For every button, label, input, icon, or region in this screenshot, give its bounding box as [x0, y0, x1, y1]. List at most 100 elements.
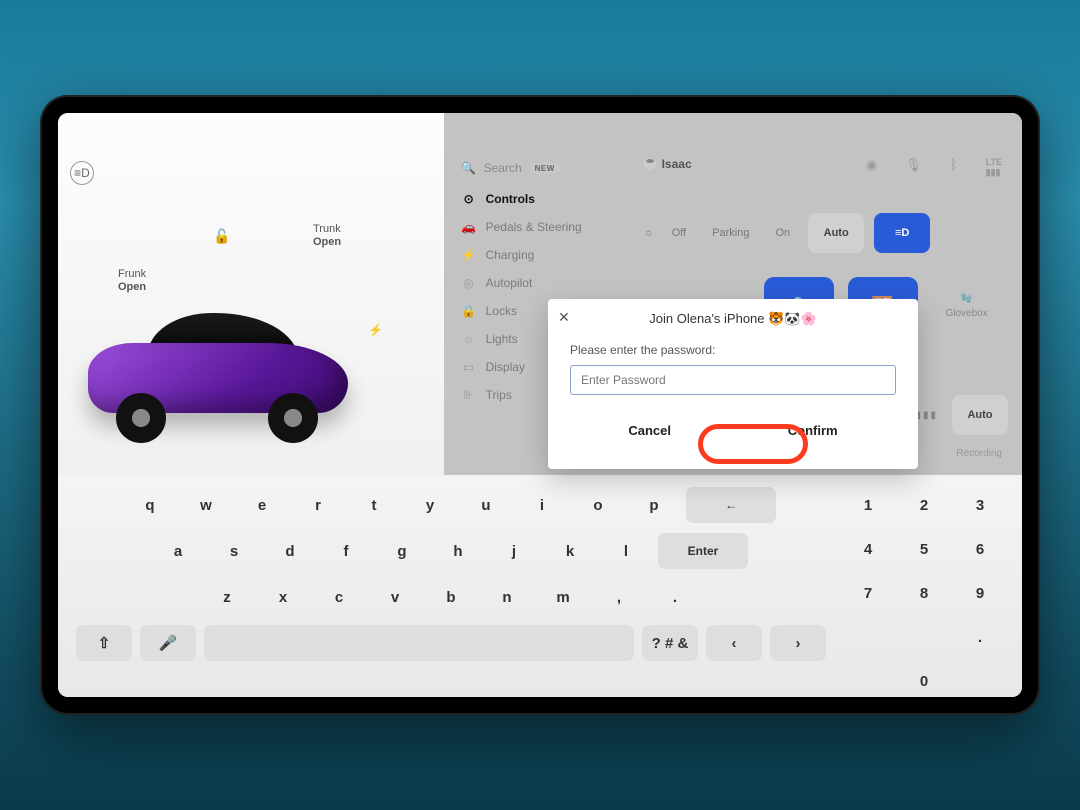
car-render	[88, 303, 368, 443]
key-x[interactable]: x	[259, 579, 307, 615]
confirm-button[interactable]: Confirm	[764, 415, 862, 446]
password-input[interactable]	[570, 365, 896, 395]
key-n[interactable]: n	[483, 579, 531, 615]
dashcam-recording-label[interactable]: Recording	[956, 448, 1002, 459]
space-key[interactable]	[204, 625, 634, 661]
numkey-8[interactable]: 8	[900, 575, 948, 611]
lights-off[interactable]: Off	[664, 223, 694, 243]
car-visualization-pane: ≡D 🔓 Frunk Open Trunk Open ⚡	[58, 113, 444, 475]
key-j[interactable]: j	[490, 533, 538, 569]
cancel-button[interactable]: Cancel	[604, 415, 695, 446]
key-o[interactable]: o	[574, 487, 622, 523]
glovebox-button[interactable]: 🧤 Glovebox	[932, 277, 1002, 335]
key-.[interactable]: .	[651, 579, 699, 615]
numkey-0[interactable]: 0	[900, 663, 948, 697]
menu-icon: ⊪	[462, 388, 476, 402]
key-a[interactable]: a	[154, 533, 202, 569]
search-label: Search	[484, 161, 522, 175]
onscreen-keyboard: qwertyuiop← asdfghjklEnter zxcvbnm,. ⇧🎤?…	[58, 475, 1022, 697]
menu-item-controls[interactable]: ⊙ Controls	[458, 185, 614, 213]
key-p[interactable]: p	[630, 487, 678, 523]
shift-key[interactable]: ⇧	[76, 625, 132, 661]
unlock-icon[interactable]: 🔓	[213, 228, 230, 245]
backspace-key[interactable]: ←	[686, 487, 776, 523]
sentry-icon[interactable]: ◉	[866, 157, 877, 178]
menu-icon: ▭	[462, 360, 476, 374]
key-f[interactable]: f	[322, 533, 370, 569]
numkey-5[interactable]: 5	[900, 531, 948, 567]
menu-icon: ⚡	[462, 248, 476, 262]
key-s[interactable]: s	[210, 533, 258, 569]
key-g[interactable]: g	[378, 533, 426, 569]
numkey-6[interactable]: 6	[956, 531, 1004, 567]
screen: 82 mi 14:59 93°F Isaac ≡D 🔓 Frunk Open T…	[58, 113, 1022, 697]
key-l[interactable]: l	[602, 533, 650, 569]
key-m[interactable]: m	[539, 579, 587, 615]
frunk-button[interactable]: Frunk Open	[118, 268, 146, 294]
lights-auto-button[interactable]: Auto	[808, 213, 864, 253]
key-k[interactable]: k	[546, 533, 594, 569]
menu-label: Controls	[486, 192, 535, 206]
menu-icon: ☼	[462, 332, 476, 346]
key-c[interactable]: c	[315, 579, 363, 615]
numkey-4[interactable]: 4	[844, 531, 892, 567]
key-d[interactable]: d	[266, 533, 314, 569]
menu-label: Trips	[486, 388, 512, 402]
menu-item-charging[interactable]: ⚡ Charging	[458, 241, 614, 269]
trunk-button[interactable]: Trunk Open	[313, 223, 341, 249]
symbols-key[interactable]: ? # &	[642, 625, 698, 661]
numkey-2[interactable]: 2	[900, 487, 948, 523]
menu-item-pedals-steering[interactable]: 🚗 Pedals & Steering	[458, 213, 614, 241]
key-i[interactable]: i	[518, 487, 566, 523]
menu-label: Charging	[486, 248, 535, 262]
wifi-password-modal: ✕ Join Olena's iPhone 🐯🐼🌸 Please enter t…	[548, 299, 918, 469]
key-z[interactable]: z	[203, 579, 251, 615]
key-u[interactable]: u	[462, 487, 510, 523]
mic-key[interactable]: 🎤	[140, 625, 196, 661]
menu-label: Pedals & Steering	[486, 220, 582, 234]
tablet-bezel: 82 mi 14:59 93°F Isaac ≡D 🔓 Frunk Open T…	[40, 95, 1040, 715]
modal-title: Join Olena's iPhone 🐯🐼🌸	[570, 311, 896, 327]
bluetooth-icon[interactable]: ᛒ	[950, 157, 958, 178]
numkey-3[interactable]: 3	[956, 487, 1004, 523]
frunk-state: Open	[118, 281, 146, 293]
search-row[interactable]: 🔍 Search NEW	[458, 155, 614, 181]
close-icon[interactable]: ✕	[558, 309, 570, 326]
wiper-row: ▮▮▮▮ Auto	[908, 395, 1008, 435]
key-h[interactable]: h	[434, 533, 482, 569]
numkey-1[interactable]: 1	[844, 487, 892, 523]
menu-item-autopilot[interactable]: ◎Autopilot	[458, 269, 614, 297]
new-badge: NEW	[530, 163, 560, 174]
key-y[interactable]: y	[406, 487, 454, 523]
lights-on[interactable]: On	[767, 223, 798, 243]
key-b[interactable]: b	[427, 579, 475, 615]
headlight-toggle-icon[interactable]: ≡D	[70, 161, 94, 185]
headlight-icon-button[interactable]: ≡D	[874, 213, 930, 253]
numkey-7[interactable]: 7	[844, 575, 892, 611]
arrow-right-key[interactable]: ›	[770, 625, 826, 661]
key-v[interactable]: v	[371, 579, 419, 615]
menu-icon: 🚗	[462, 220, 476, 234]
key-r[interactable]: r	[294, 487, 342, 523]
key-t[interactable]: t	[350, 487, 398, 523]
brightness-icon: ☼	[644, 227, 654, 239]
menu-label: Autopilot	[486, 276, 533, 290]
modal-prompt: Please enter the password:	[570, 343, 896, 357]
arrow-left-key[interactable]: ‹	[706, 625, 762, 661]
key-,[interactable]: ,	[595, 579, 643, 615]
wiper-auto-button[interactable]: Auto	[952, 395, 1008, 435]
numkey-dot[interactable]: .	[956, 619, 1004, 655]
key-e[interactable]: e	[238, 487, 286, 523]
driver-name: Isaac	[662, 157, 692, 171]
menu-icon: ⊙	[462, 192, 476, 206]
charge-port-icon[interactable]: ⚡	[368, 323, 383, 337]
mic-icon[interactable]: 🎙	[905, 157, 922, 178]
numkey-9[interactable]: 9	[956, 575, 1004, 611]
glovebox-icon: 🧤	[960, 293, 972, 304]
lights-parking[interactable]: Parking	[704, 223, 757, 243]
enter-key[interactable]: Enter	[658, 533, 748, 569]
lte-icon[interactable]: LTE▮▮▮	[986, 157, 1002, 178]
key-w[interactable]: w	[182, 487, 230, 523]
frunk-label: Frunk	[118, 268, 146, 281]
key-q[interactable]: q	[126, 487, 174, 523]
